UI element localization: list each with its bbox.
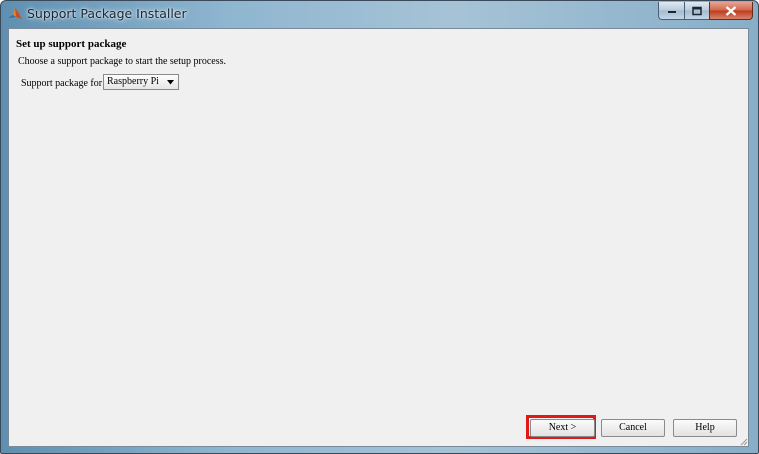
page-description: Choose a support package to start the se… (18, 56, 227, 67)
support-package-select[interactable]: Raspberry Pi (103, 74, 179, 90)
window-title: Support Package Installer (27, 6, 187, 21)
installer-panel: Set up support package Choose a support … (8, 28, 749, 447)
maximize-icon (692, 6, 702, 15)
close-icon (725, 5, 737, 16)
installer-window: Support Package Installer Set up support… (0, 0, 759, 454)
page-heading: Set up support package (16, 38, 127, 50)
dropdown-arrow-icon (167, 80, 174, 85)
help-button[interactable]: Help (673, 419, 737, 437)
support-package-value: Raspberry Pi (107, 76, 159, 87)
support-package-label: Support package for: (21, 78, 105, 89)
next-button[interactable]: Next > (530, 419, 595, 437)
cancel-button[interactable]: Cancel (601, 419, 665, 437)
minimize-icon (667, 10, 676, 13)
title-bar[interactable]: Support Package Installer (1, 1, 758, 28)
maximize-button[interactable] (684, 2, 710, 20)
matlab-logo-icon (7, 6, 23, 22)
resize-grip-icon[interactable] (738, 436, 748, 446)
close-button[interactable] (709, 2, 753, 20)
minimize-button[interactable] (658, 2, 685, 20)
